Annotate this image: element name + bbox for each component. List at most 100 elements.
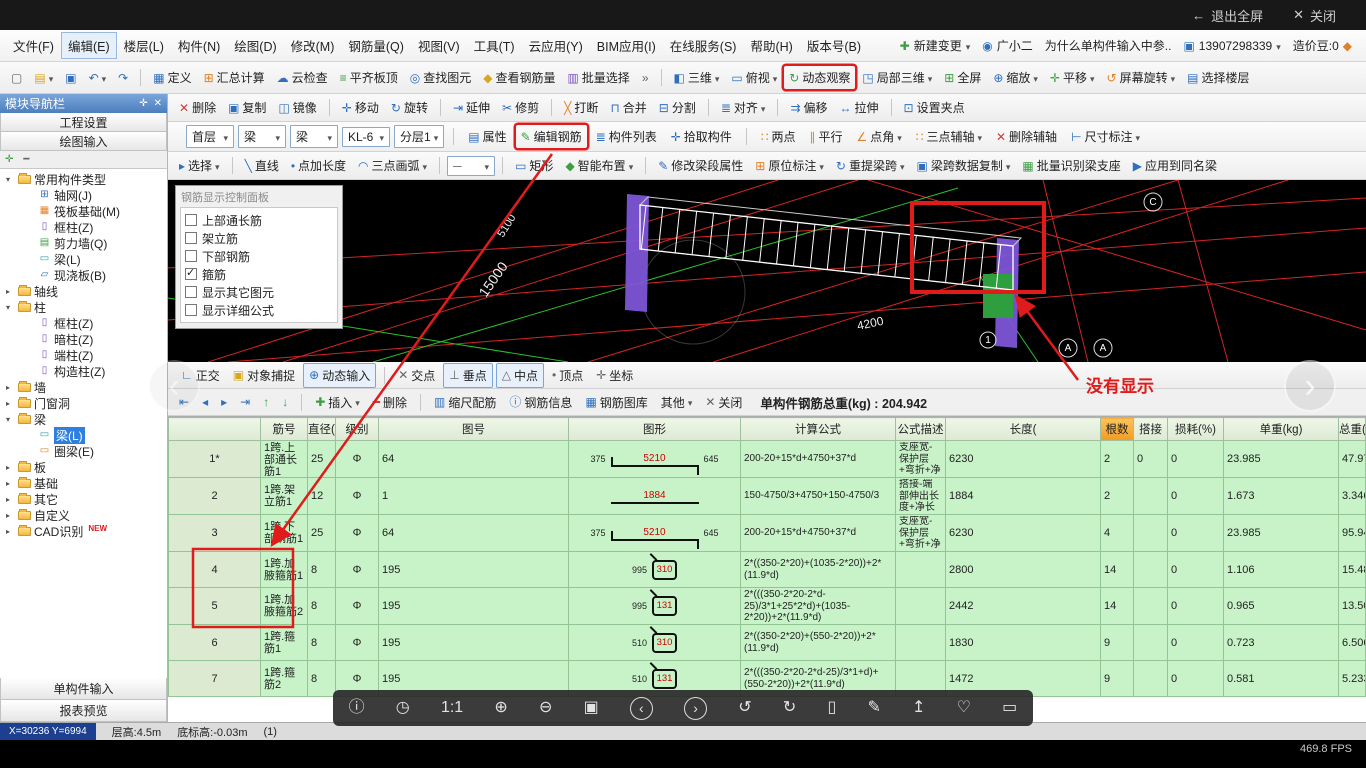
figure-number-cell[interactable]: 195 (378, 624, 569, 661)
menu-item[interactable]: 工具(T) (467, 32, 522, 59)
tree-expander-icon[interactable]: ▸ (6, 495, 15, 504)
table-column-header[interactable]: 筋号 (260, 417, 308, 441)
loss-cell[interactable]: 0 (1167, 514, 1224, 552)
toolbar-button[interactable]: ↔ 拉伸 (835, 96, 884, 119)
snap-toggle-button[interactable]: ✛ 坐标 (591, 364, 638, 387)
count-cell[interactable]: 9 (1100, 660, 1134, 697)
count-cell[interactable]: 9 (1100, 624, 1134, 661)
toolbar-button[interactable]: ◆ 智能布置 (560, 154, 638, 177)
unit-weight-cell[interactable]: 1.106 (1223, 551, 1339, 588)
tree-item[interactable]: ▸ 自定义 (0, 507, 167, 523)
formula-desc-cell[interactable] (895, 587, 946, 625)
toolbar-button[interactable]: ∠ 点角 (851, 125, 906, 148)
table-column-header[interactable]: 公式描述 (895, 417, 946, 441)
tree-item[interactable]: ▯ 端柱(Z) (0, 347, 167, 363)
toolbar-button[interactable]: ⊕ 缩放 (988, 66, 1043, 89)
viewer-tool-icon[interactable]: ♡ (957, 700, 971, 716)
toolbar-button[interactable]: ✕ 删除辅轴 (991, 125, 1062, 148)
tree-expander-icon[interactable]: ▾ (6, 415, 15, 424)
menu-item[interactable]: 版本号(B) (800, 32, 868, 59)
shape-cell[interactable]: 510 310 (568, 624, 741, 661)
menu-item[interactable]: 在线服务(S) (663, 32, 744, 59)
diameter-cell[interactable]: 25 (307, 440, 336, 478)
menu-item[interactable]: 云应用(Y) (522, 32, 590, 59)
table-column-header[interactable]: 单重(kg) (1223, 417, 1339, 441)
toolbar-button[interactable]: ✎ 编辑钢筋 (516, 125, 587, 148)
tree-expander-icon[interactable]: ▸ (6, 511, 15, 520)
rebar-display-checkbox-row[interactable]: 显示详细公式 (185, 301, 333, 319)
viewer-tool-icon[interactable]: ⊕ (494, 700, 507, 716)
length-cell[interactable]: 6230 (945, 440, 1101, 478)
table-column-header[interactable]: 长度( (945, 417, 1101, 441)
tree-expander-icon[interactable]: ▸ (6, 527, 15, 536)
toolbar-button[interactable]: ▣ (60, 69, 81, 87)
formula-cell[interactable]: 2*((350-2*20)+(1035-2*20))+2*(11.9*d) (740, 551, 896, 588)
rebar-name-cell[interactable]: 1跨.加腋箍筋1 (260, 551, 308, 588)
tree-item[interactable]: ▸ 板 (0, 459, 167, 475)
toolbar-button[interactable]: ↶ (84, 68, 112, 88)
cost-beans-label[interactable]: 造价豆:0 ◆ (1293, 37, 1352, 54)
table-column-header[interactable]: 总重(kg) (1338, 417, 1366, 441)
row-number-cell[interactable]: 2 (168, 477, 261, 515)
toolbar-button[interactable]: KL-6 (342, 126, 390, 147)
toolbar-button[interactable]: ✕ 删除 (174, 96, 221, 119)
menu-item[interactable]: BIM应用(I) (590, 32, 663, 59)
viewer-tool-icon[interactable]: 1:1 (441, 700, 463, 716)
viewer-tool-icon[interactable]: ✎ (867, 700, 880, 716)
snap-toggle-button[interactable]: ▣ 对象捕捉 (228, 364, 300, 387)
tree-item[interactable]: ▾ 梁 (0, 411, 167, 427)
toolbar-button[interactable]: ↷ (113, 69, 133, 87)
toolbar-button[interactable]: ≣ 对齐 (716, 96, 771, 119)
loss-cell[interactable]: 0 (1167, 477, 1224, 515)
lap-cell[interactable] (1133, 551, 1168, 588)
collapse-all-icon[interactable]: ━ (23, 154, 29, 165)
length-cell[interactable]: 1830 (945, 624, 1101, 661)
row-number-cell[interactable]: 7 (168, 660, 261, 697)
toolbar-button[interactable]: ✂ 修剪 (497, 96, 544, 119)
steel-grade-cell[interactable]: Φ (335, 514, 379, 552)
formula-desc-cell[interactable] (895, 551, 946, 588)
total-weight-cell[interactable]: 95.942 (1338, 514, 1366, 552)
toolbar-button[interactable]: ─ (447, 155, 496, 176)
table-column-header[interactable]: 级别 (335, 417, 379, 441)
toolbar-button[interactable]: ◠ 三点画弧 (353, 154, 432, 177)
table-tool-button[interactable]: ▸ (216, 393, 232, 411)
diameter-cell[interactable]: 25 (307, 514, 336, 552)
formula-cell[interactable]: 200-20+15*d+4750+37*d (740, 440, 896, 478)
formula-desc-cell[interactable]: 搭接-端部伸出长度+净长+搭接-端部伸出长度 (895, 477, 946, 515)
steel-grade-cell[interactable]: Φ (335, 624, 379, 661)
rebar-name-cell[interactable]: 1跨.箍筋2 (260, 660, 308, 697)
rebar-name-cell[interactable]: 1跨.架立筋1 (260, 477, 308, 515)
toolbar-button[interactable]: ✛ 拾取构件 (666, 125, 737, 148)
tree-item[interactable]: ▸ 轴线 (0, 283, 167, 299)
viewer-tool-icon[interactable]: ↺ (738, 700, 751, 716)
steel-grade-cell[interactable]: Φ (335, 551, 379, 588)
formula-desc-cell[interactable]: 支座宽-保护层+弯折+净长+节点设置弯曲长度 (895, 440, 946, 478)
carousel-next-button[interactable]: › (1284, 360, 1336, 412)
figure-number-cell[interactable]: 64 (378, 514, 569, 552)
tree-expander-icon[interactable]: ▸ (6, 463, 15, 472)
toolbar-button[interactable]: 梁 (238, 125, 286, 148)
formula-desc-cell[interactable]: 支座宽-保护层+弯折+净长+直锚+弯折 (895, 514, 946, 552)
lap-cell[interactable] (1133, 514, 1168, 552)
total-weight-cell[interactable]: 47.971 (1338, 440, 1366, 478)
table-row[interactable]: 1* 1跨.上部通长筋1 25 Φ 64 375 5210 645 200-20+15*d+47… (168, 440, 1366, 478)
formula-desc-cell[interactable] (895, 624, 946, 661)
tree-item[interactable]: ▸ 其它 (0, 491, 167, 507)
single-component-input-button[interactable]: 单构件输入 (0, 678, 167, 700)
lap-cell[interactable] (1133, 624, 1168, 661)
tree-item[interactable]: ▸ 门窗洞 (0, 395, 167, 411)
steel-grade-cell[interactable]: Φ (335, 587, 379, 625)
loss-cell[interactable]: 0 (1167, 587, 1224, 625)
steel-grade-cell[interactable]: Φ (335, 477, 379, 515)
toolbar-button[interactable]: ∷ 三点辅轴 (911, 125, 987, 148)
toolbar-button[interactable]: ▭ 矩形 (510, 154, 558, 177)
formula-cell[interactable]: 2*(((350-2*20-2*d-25)/3*1+25*2*d)+(1035-… (740, 587, 896, 625)
snap-toggle-button[interactable]: ⊕ 动态输入 (303, 362, 377, 388)
toolbar-button[interactable]: ▥ 批量选择 (562, 66, 634, 89)
menu-item[interactable]: 绘图(D) (227, 32, 283, 59)
unit-weight-cell[interactable]: 0.581 (1223, 660, 1339, 697)
table-column-header[interactable]: 计算公式 (740, 417, 896, 441)
length-cell[interactable]: 2800 (945, 551, 1101, 588)
toolbar-button[interactable]: ≣ 构件列表 (591, 125, 662, 148)
